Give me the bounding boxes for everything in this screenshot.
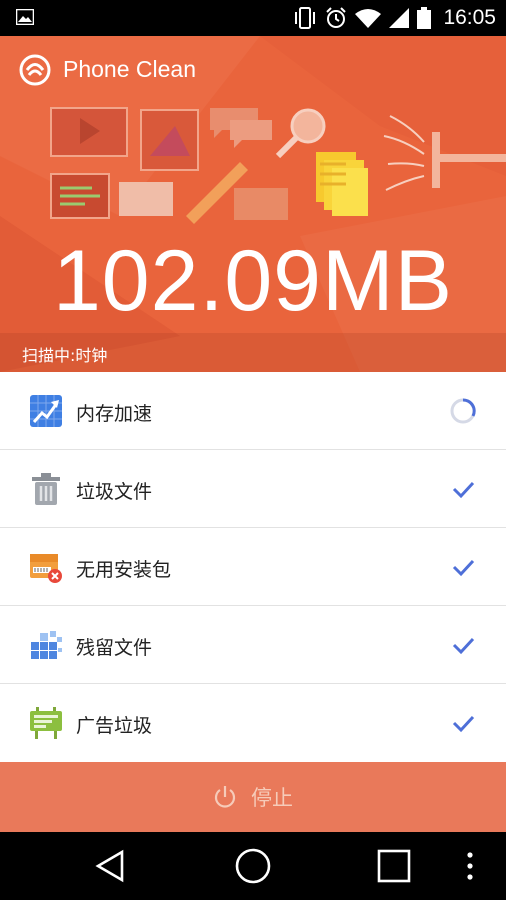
battery-icon [417,7,432,29]
navigation-bar [0,832,506,900]
wifi-icon [355,9,382,28]
alarm-icon [326,7,347,28]
scan-status-bar: 扫描中:时钟 [0,333,506,372]
image-icon [16,9,34,25]
loading-spinner-icon [450,398,476,424]
item-label: 无用安装包 [76,559,172,581]
menu-icon[interactable] [458,846,482,886]
stop-button[interactable]: 停止 [0,762,506,832]
scan-status-text: 扫描中:时钟 [22,346,108,365]
item-label: 内存加速 [76,403,153,425]
app-logo-icon [19,54,51,86]
list-item-residual-files[interactable]: 残留文件 [0,606,506,684]
list-item-useless-apk[interactable]: 无用安装包 [0,528,506,606]
trash-icon [32,473,60,505]
cleaning-illustration [50,107,506,224]
stop-label: 停止 [251,786,293,810]
list-item-junk-files[interactable]: 垃圾文件 [0,450,506,528]
cleanable-size: 102.09MB [52,233,454,329]
vibrate-icon [295,7,316,29]
check-icon [452,481,475,499]
check-icon [452,637,475,655]
home-icon[interactable] [233,846,273,886]
scan-category-list: 内存加速 垃圾文件 无用安装包 残留文件 广告垃圾 [0,372,506,762]
power-icon [214,786,236,808]
list-item-memory-boost[interactable]: 内存加速 [0,372,506,450]
signal-icon [389,8,410,28]
scan-header: Phone Clean 102.09MB 扫描中:时钟 [0,36,506,372]
status-bar: 16:05 [0,0,506,36]
check-icon [452,559,475,577]
list-item-ad-junk[interactable]: 广告垃圾 [0,684,506,762]
check-icon [452,715,475,733]
app-title: Phone Clean [63,56,196,82]
memory-boost-icon [30,395,62,427]
item-label: 残留文件 [76,637,153,659]
item-label: 垃圾文件 [76,481,153,503]
item-label: 广告垃圾 [76,715,153,737]
ad-junk-icon [30,707,62,739]
clock-time: 16:05 [443,6,496,29]
residual-files-icon [31,631,62,659]
recents-icon[interactable] [374,846,414,886]
apk-package-icon [30,554,62,583]
back-icon[interactable] [92,846,132,886]
